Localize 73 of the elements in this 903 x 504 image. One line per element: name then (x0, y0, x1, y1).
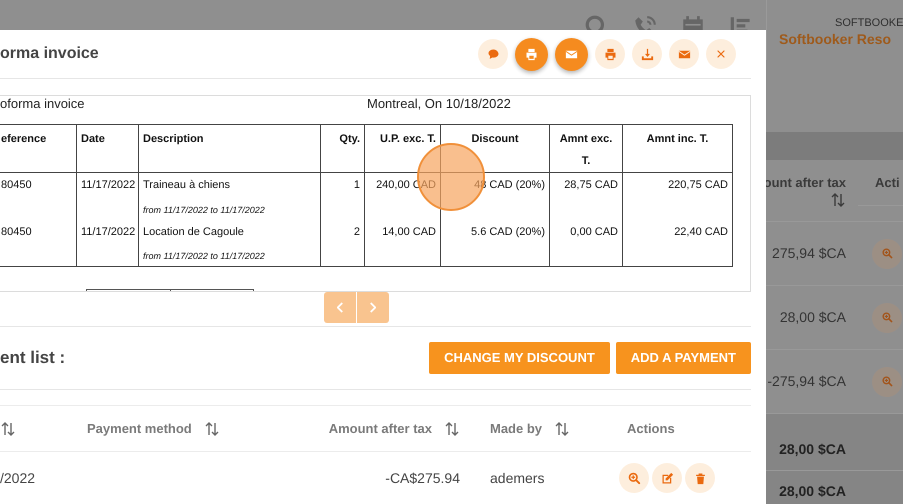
amount-cell: 28,00 $CA (779, 483, 846, 499)
column-header: Actions (627, 420, 675, 438)
zoom-button[interactable] (872, 302, 902, 332)
amount-cell: 28,00 $CA (779, 441, 846, 457)
edit-icon (660, 470, 674, 486)
modal-title: orma invoice (0, 44, 99, 64)
description-text: Location de Cagoule (143, 224, 245, 240)
comment-button[interactable] (478, 39, 508, 69)
download-button[interactable] (632, 39, 662, 69)
zoom-button[interactable] (872, 366, 902, 396)
zoom-in-icon (880, 247, 894, 260)
column-header: eference (0, 124, 76, 172)
column-header: Amnt exc. T. (550, 124, 622, 172)
column-header: Description (138, 124, 320, 172)
period-text: from 11/17/2022 to 11/17/2022 (143, 250, 266, 263)
zoom-in-icon (626, 470, 642, 486)
zoom-button[interactable] (872, 238, 902, 268)
brand-name: Softbooker Reso (779, 30, 892, 49)
download-icon (640, 46, 654, 62)
email-button[interactable] (669, 39, 699, 69)
period-text: from 11/17/2022 to 11/17/2022 (143, 204, 266, 216)
sort-icon[interactable] (0, 420, 16, 436)
reference-cell: 80450 (1, 226, 32, 238)
column-header: Amnt inc. T. (622, 124, 732, 172)
amount-incl-cell: 220,75 CAD (668, 179, 728, 191)
amount-cell: 275,94 $CA (772, 244, 846, 260)
email-button[interactable] (555, 38, 588, 70)
action-button[interactable]: CHANGE MY DISCOUNT (429, 342, 610, 374)
date-cell: 11/17/2022 (81, 179, 136, 191)
action-button[interactable]: ADD A PAYMENT (616, 342, 751, 374)
column-header: Payment method (87, 420, 192, 438)
qty-cell: 2 (354, 226, 360, 238)
brand-caption: SOFTBOOKE (835, 16, 903, 31)
column-header: Acti (875, 174, 900, 192)
invoice-heading: oforma invoice (0, 96, 86, 112)
amount-cell-text: -CA$275.94 (385, 468, 460, 488)
sort-icon[interactable] (444, 420, 460, 436)
printer-icon (602, 46, 618, 62)
zoom-in-icon (880, 375, 894, 388)
column-header: Qty. (320, 124, 364, 172)
column-header: Date (76, 124, 138, 172)
close-icon (715, 48, 727, 60)
close-button[interactable] (706, 39, 736, 69)
amount-cell: -275,94 $CA (767, 372, 846, 388)
print-button[interactable] (515, 38, 548, 70)
reference-cell: 80450 (1, 179, 32, 191)
zoom-in-icon (880, 311, 894, 324)
date-cell: /2022 (0, 470, 36, 486)
unit-price-cell: 14,00 CAD (382, 226, 436, 238)
amount-excl-cell: 0,00 CAD (570, 226, 618, 238)
sort-icon[interactable] (830, 192, 846, 208)
print-button[interactable] (595, 39, 625, 69)
section-title: ent list : (0, 347, 66, 370)
edit-button[interactable] (652, 463, 682, 493)
column-header: Made by (490, 420, 542, 438)
chevron-right-icon (370, 302, 376, 313)
qty-cell: 1 (354, 179, 360, 191)
speech-bubble-icon (486, 46, 500, 62)
date-cell: 11/17/2022 (81, 226, 136, 238)
sort-icon[interactable] (204, 420, 220, 436)
printer-icon (524, 46, 539, 62)
amount-incl-cell: 22,40 CAD (674, 226, 728, 238)
made-by-cell-text: ademers (490, 468, 544, 488)
zoom-button[interactable] (619, 463, 649, 493)
discount-cell: 5.6 CAD (20%) (471, 226, 545, 238)
column-header: Amount after tax (328, 420, 432, 438)
amount-excl-cell: 28,75 CAD (564, 179, 618, 191)
amount-cell: 28,00 $CA (780, 308, 846, 324)
sort-icon[interactable] (554, 420, 570, 436)
delete-button[interactable] (685, 463, 715, 493)
place-date: Montreal, On 10/18/2022 (367, 96, 511, 112)
description-text: Traineau à chiens (143, 178, 232, 193)
chevron-left-icon (336, 302, 342, 313)
